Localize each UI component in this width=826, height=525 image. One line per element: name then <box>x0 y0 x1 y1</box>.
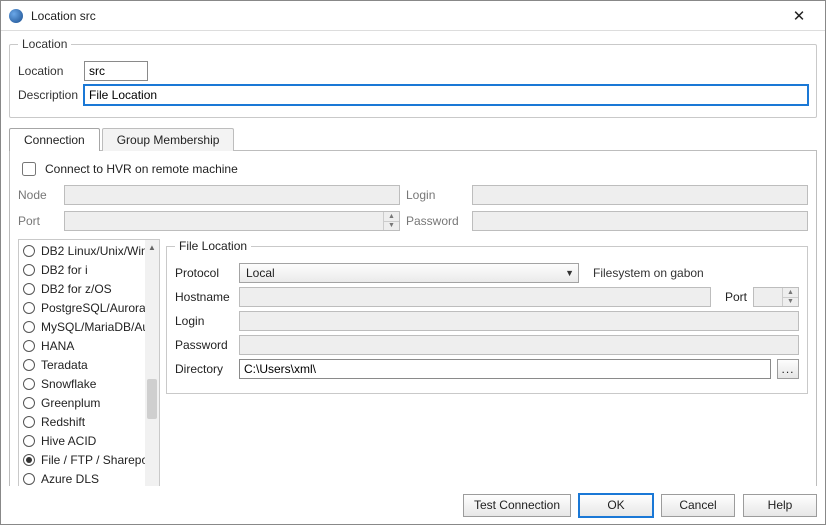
browse-button[interactable]: ... <box>777 359 799 379</box>
app-icon <box>9 9 23 23</box>
node-label: Node <box>18 188 58 202</box>
class-radio-label: Hive ACID <box>41 434 96 448</box>
description-label: Description <box>18 88 78 102</box>
class-radio-label: PostgreSQL/Aurora <box>41 301 146 315</box>
filesystem-note: Filesystem on gabon <box>593 266 704 280</box>
tab-connection[interactable]: Connection <box>9 128 100 151</box>
help-button[interactable]: Help <box>743 494 817 517</box>
class-radio-item[interactable]: PostgreSQL/Aurora <box>23 301 159 315</box>
close-button[interactable]: ✕ <box>779 2 819 30</box>
port-input <box>64 211 400 231</box>
location-group-label: Location <box>18 37 71 51</box>
file-port-spinner: ▲▼ <box>782 288 798 306</box>
password-label: Password <box>406 214 466 228</box>
right-pane: File Location Protocol Local ▼ Filesyste… <box>166 239 808 486</box>
hostname-label: Hostname <box>175 290 233 304</box>
cancel-button[interactable]: Cancel <box>661 494 735 517</box>
location-input[interactable] <box>84 61 148 81</box>
class-radio-label: DB2 for i <box>41 263 88 277</box>
radio-icon <box>23 435 35 447</box>
dialog-window: Location src ✕ Location Location Descrip… <box>0 0 826 525</box>
protocol-label: Protocol <box>175 266 233 280</box>
class-radio-label: DB2 Linux/Unix/Windows <box>41 244 159 258</box>
class-radio-label: HANA <box>41 339 74 353</box>
titlebar: Location src ✕ <box>1 1 825 31</box>
tabstrip: Connection Group Membership <box>9 126 817 150</box>
tabpanel-connection: Connect to HVR on remote machine Node Lo… <box>9 150 817 486</box>
test-connection-button[interactable]: Test Connection <box>463 494 571 517</box>
radio-icon <box>23 283 35 295</box>
class-radio-label: Snowflake <box>41 377 96 391</box>
radio-icon <box>23 245 35 257</box>
file-password-label: Password <box>175 338 233 352</box>
file-login-input <box>239 311 799 331</box>
class-radio-item[interactable]: MySQL/MariaDB/Aurora <box>23 320 159 334</box>
split-area: DB2 Linux/Unix/Windows DB2 for i DB2 for z… <box>18 239 808 486</box>
class-radio-item[interactable]: Snowflake <box>23 377 159 391</box>
login-input <box>472 185 808 205</box>
class-radio-item[interactable]: DB2 for i <box>23 263 159 277</box>
directory-label: Directory <box>175 362 233 376</box>
description-input[interactable] <box>84 85 808 105</box>
file-group-label: File Location <box>175 239 251 253</box>
client-area: Location Location Description Connection… <box>1 31 825 486</box>
radio-icon <box>23 378 35 390</box>
scroll-thumb[interactable] <box>147 379 157 419</box>
protocol-select[interactable]: Local ▼ <box>239 263 579 283</box>
radio-icon <box>23 473 35 485</box>
radio-icon <box>23 397 35 409</box>
class-radio-item[interactable]: Greenplum <box>23 396 159 410</box>
radio-icon <box>23 264 35 276</box>
radio-icon <box>23 340 35 352</box>
file-location-group: File Location Protocol Local ▼ Filesyste… <box>166 239 808 394</box>
footer: Test Connection OK Cancel Help <box>1 486 825 524</box>
scroll-up-icon[interactable]: ▲ <box>145 240 159 254</box>
port-label: Port <box>18 214 58 228</box>
password-input <box>472 211 808 231</box>
radio-icon <box>23 416 35 428</box>
login-label: Login <box>406 188 466 202</box>
ok-button[interactable]: OK <box>579 494 653 517</box>
tab-group-membership[interactable]: Group Membership <box>102 128 235 151</box>
class-radio-label: MySQL/MariaDB/Aurora <box>41 320 159 334</box>
radio-icon <box>23 302 35 314</box>
class-radio-item[interactable]: Hive ACID <box>23 434 159 448</box>
radio-icon <box>23 321 35 333</box>
node-input <box>64 185 400 205</box>
class-radio-label: DB2 for z/OS <box>41 282 112 296</box>
remote-grid: Node Login Port ▲▼ Password <box>18 185 808 231</box>
class-radio-item[interactable]: HANA <box>23 339 159 353</box>
protocol-value: Local <box>246 266 275 280</box>
file-login-label: Login <box>175 314 233 328</box>
window-title: Location src <box>31 9 779 23</box>
class-radio-item[interactable]: Redshift <box>23 415 159 429</box>
location-group: Location Location Description <box>9 37 817 118</box>
radio-icon <box>23 454 35 466</box>
class-radio-item[interactable]: DB2 Linux/Unix/Windows <box>23 244 159 258</box>
class-radio-list: DB2 Linux/Unix/Windows DB2 for i DB2 for z… <box>23 244 159 486</box>
class-radio-item[interactable]: File / FTP / Sharepoint <box>23 453 159 467</box>
class-radio-label: Redshift <box>41 415 85 429</box>
class-radio-item[interactable]: Teradata <box>23 358 159 372</box>
class-radio-label: Greenplum <box>41 396 100 410</box>
tabs: Connection Group Membership Connect to H… <box>9 126 817 486</box>
hostname-input <box>239 287 711 307</box>
location-label: Location <box>18 64 78 78</box>
remote-checkbox[interactable] <box>22 162 36 176</box>
file-password-input <box>239 335 799 355</box>
class-sidebar: DB2 Linux/Unix/Windows DB2 for i DB2 for z… <box>18 239 160 486</box>
port-spinner: ▲▼ <box>383 212 399 230</box>
radio-icon <box>23 359 35 371</box>
class-radio-label: Azure DLS <box>41 472 99 486</box>
class-radio-label: Teradata <box>41 358 88 372</box>
class-radio-item[interactable]: Azure DLS <box>23 472 159 486</box>
class-radio-item[interactable]: DB2 for z/OS <box>23 282 159 296</box>
remote-checkbox-label: Connect to HVR on remote machine <box>45 162 238 176</box>
class-radio-label: File / FTP / Sharepoint <box>41 453 159 467</box>
file-port-label: Port <box>725 290 747 304</box>
directory-input[interactable] <box>239 359 771 379</box>
sidebar-scrollbar[interactable]: ▲ ▼ <box>145 240 159 486</box>
chevron-down-icon: ▼ <box>565 268 574 278</box>
